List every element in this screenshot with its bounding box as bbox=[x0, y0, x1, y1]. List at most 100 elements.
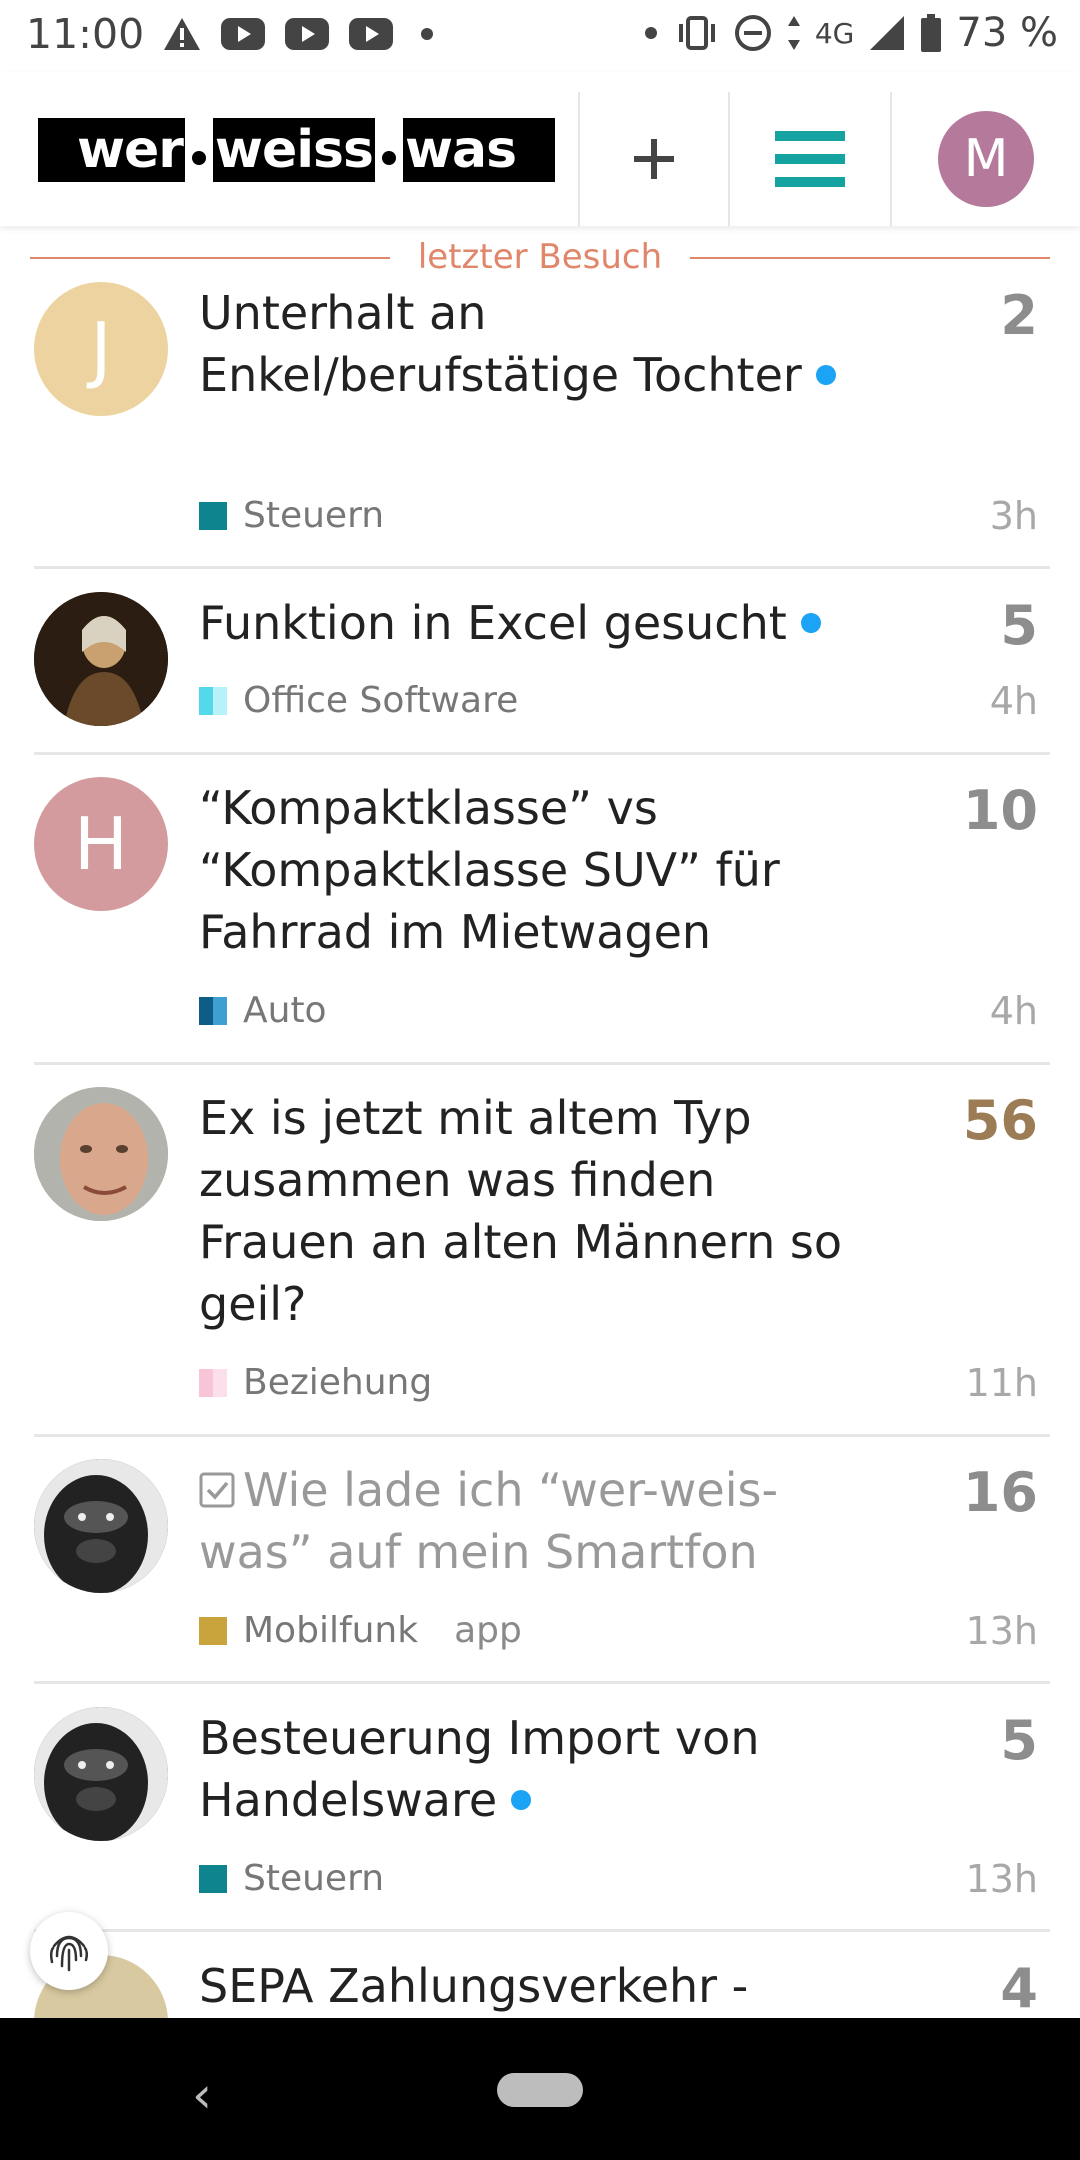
topic-age[interactable]: 4h bbox=[990, 989, 1038, 1033]
topic-tag[interactable]: app bbox=[454, 1610, 522, 1651]
category-name: Mobilfunk bbox=[243, 1610, 419, 1651]
topic-age[interactable]: 4h bbox=[990, 679, 1038, 723]
chevron-left-icon[interactable]: ‹ bbox=[192, 2066, 212, 2124]
site-logo[interactable]: wer weiss was bbox=[38, 118, 555, 182]
topic-title-text: Funktion in Excel gesucht bbox=[199, 596, 787, 650]
category-name: Steuern bbox=[243, 495, 385, 536]
topic-avatar[interactable]: H bbox=[34, 777, 168, 911]
notification-icons bbox=[162, 16, 442, 52]
category-color-icon bbox=[199, 1864, 227, 1893]
topic-row[interactable]: Funktion in Excel gesucht 5 Office Softw… bbox=[34, 592, 1050, 755]
avatar-image bbox=[34, 1707, 168, 1841]
category-name: Auto bbox=[243, 990, 327, 1031]
user-menu-button[interactable]: M bbox=[892, 92, 1080, 226]
topic-title[interactable]: Ex is jetzt mit altem Typ zusammen was f… bbox=[199, 1087, 854, 1335]
reply-count[interactable]: 16 bbox=[963, 1461, 1038, 1524]
topic-age[interactable]: 13h bbox=[966, 1609, 1038, 1653]
topic-age[interactable]: 11h bbox=[966, 1361, 1038, 1405]
topic-category[interactable]: Beziehung bbox=[199, 1362, 432, 1403]
topic-avatar[interactable] bbox=[34, 592, 168, 726]
status-time: 11:00 bbox=[26, 10, 145, 58]
topic-title[interactable]: “Kompaktklasse” vs “Kompaktklasse SUV” f… bbox=[199, 777, 854, 963]
fingerprint-button[interactable] bbox=[30, 1912, 108, 1990]
solved-checkbox-icon bbox=[199, 1472, 235, 1508]
topic-category[interactable]: Steuern bbox=[199, 495, 384, 536]
topic-row[interactable]: Ex is jetzt mit altem Typ zusammen was f… bbox=[34, 1087, 1050, 1437]
user-avatar: M bbox=[938, 111, 1034, 207]
category-name: Office Software bbox=[243, 680, 519, 721]
reply-count[interactable]: 10 bbox=[963, 779, 1038, 842]
topic-age[interactable]: 3h bbox=[990, 494, 1038, 538]
avatar-image bbox=[34, 592, 168, 726]
topic-title[interactable]: SEPA Zahlungsverkehr - bbox=[199, 1955, 854, 2017]
topic-avatar[interactable] bbox=[34, 1087, 168, 1221]
topic-category[interactable]: Office Software bbox=[199, 680, 518, 721]
avatar-letter: H bbox=[73, 802, 129, 886]
reply-count[interactable]: 2 bbox=[1000, 284, 1038, 347]
topic-title[interactable]: Unterhalt an Enkel/berufstätige Tochter bbox=[199, 282, 854, 406]
reply-count[interactable]: 56 bbox=[963, 1089, 1038, 1152]
topic-avatar[interactable]: J bbox=[34, 282, 168, 416]
avatar-image bbox=[34, 1459, 168, 1593]
unread-indicator bbox=[800, 612, 821, 633]
unread-indicator bbox=[815, 364, 836, 385]
status-bar: 11:00 4G 73 % bbox=[0, 0, 1080, 72]
vibrate-icon bbox=[678, 16, 715, 50]
logo-word-3: was bbox=[404, 120, 517, 180]
topic-avatar[interactable] bbox=[34, 1707, 168, 1841]
topic-title-text: Besteuerung Import von Handelsware bbox=[199, 1711, 760, 1827]
topic-title-text: Wie lade ich “wer-weis-was” auf mein Sma… bbox=[199, 1463, 779, 1579]
category-color-icon bbox=[199, 1616, 227, 1645]
logo-word-2: weiss bbox=[214, 120, 374, 180]
system-icons: 4G 73 % bbox=[641, 10, 1058, 56]
warning-icon bbox=[164, 18, 200, 50]
reply-count[interactable]: 5 bbox=[1000, 594, 1038, 657]
topic-title[interactable]: Wie lade ich “wer-weis-was” auf mein Sma… bbox=[199, 1459, 854, 1583]
topic-title[interactable]: Besteuerung Import von Handelsware bbox=[199, 1707, 854, 1831]
last-visit-divider: letzter Besuch bbox=[30, 237, 1050, 277]
battery-icon bbox=[921, 14, 942, 52]
topic-title-text: Unterhalt an Enkel/berufstätige Tochter bbox=[199, 286, 802, 402]
topic-row[interactable]: H “Kompaktklasse” vs “Kompaktklasse SUV”… bbox=[34, 777, 1050, 1065]
topic-title-text: SEPA Zahlungsverkehr - bbox=[199, 1959, 749, 2013]
category-name: Steuern bbox=[243, 1858, 385, 1899]
topic-avatar[interactable] bbox=[34, 1459, 168, 1593]
logo-dot-right bbox=[374, 118, 403, 182]
avatar-letter: J bbox=[90, 307, 112, 391]
last-visit-label: letzter Besuch bbox=[417, 237, 663, 277]
topic-category[interactable]: Mobilfunk app bbox=[199, 1610, 522, 1651]
dnd-icon bbox=[734, 15, 771, 51]
dot-icon bbox=[421, 28, 433, 40]
topic-row[interactable]: Besteuerung Import von Handelsware 5 Ste… bbox=[34, 1707, 1050, 1932]
topic-row[interactable]: Wie lade ich “wer-weis-was” auf mein Sma… bbox=[34, 1459, 1050, 1684]
reply-count[interactable]: 4 bbox=[1000, 1957, 1038, 2018]
data-arrows-icon bbox=[787, 16, 800, 50]
hamburger-icon bbox=[775, 131, 845, 187]
topic-category[interactable]: Auto bbox=[199, 990, 327, 1031]
menu-button[interactable] bbox=[730, 92, 890, 226]
topic-title[interactable]: Funktion in Excel gesucht bbox=[199, 592, 854, 654]
category-color-icon bbox=[199, 501, 227, 530]
home-pill-icon[interactable] bbox=[497, 2073, 583, 2107]
logo-dot-left bbox=[184, 118, 213, 182]
topic-row[interactable]: SEPA Zahlungsverkehr - 4 bbox=[34, 1955, 1050, 2018]
topic-title-text: Ex is jetzt mit altem Typ zusammen was f… bbox=[199, 1091, 842, 1331]
battery-percent: 73 % bbox=[956, 10, 1058, 56]
topic-age[interactable]: 13h bbox=[966, 1857, 1038, 1901]
site-header: wer weiss was M bbox=[0, 72, 1080, 226]
new-topic-button[interactable] bbox=[580, 92, 728, 226]
youtube-icon bbox=[349, 18, 393, 50]
plus-icon bbox=[634, 139, 674, 179]
youtube-icon bbox=[221, 18, 265, 50]
logo-word-1: wer bbox=[76, 120, 184, 180]
topic-category[interactable]: Steuern bbox=[199, 1858, 384, 1899]
reply-count[interactable]: 5 bbox=[1000, 1709, 1038, 1772]
network-type: 4G bbox=[814, 16, 855, 50]
category-name: Beziehung bbox=[243, 1362, 433, 1403]
fingerprint-icon bbox=[49, 1935, 89, 1972]
youtube-icon bbox=[285, 18, 329, 50]
topic-row[interactable]: J Unterhalt an Enkel/berufstätige Tochte… bbox=[34, 282, 1050, 569]
unread-indicator bbox=[511, 1789, 532, 1810]
signal-icon bbox=[870, 16, 905, 50]
avatar-image bbox=[34, 1087, 168, 1221]
